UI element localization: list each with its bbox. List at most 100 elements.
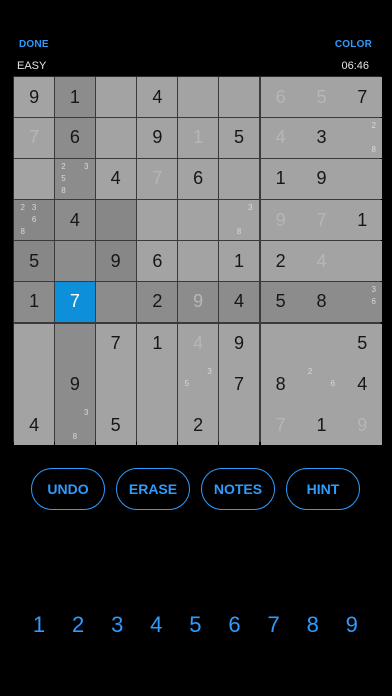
cell-r5c9[interactable] <box>342 241 383 282</box>
cell-r6c6[interactable]: 4 <box>218 281 260 323</box>
cell-r8c1[interactable] <box>14 364 55 405</box>
cell-r6c8[interactable]: 8 <box>301 281 342 323</box>
notes-button[interactable]: NOTES <box>201 468 275 510</box>
cell-r2c5[interactable]: 1 <box>178 117 219 158</box>
cell-r9c4[interactable] <box>137 405 178 446</box>
cell-r2c6[interactable]: 5 <box>218 117 260 158</box>
cell-value: 7 <box>233 373 244 394</box>
cell-r9c8[interactable]: 1 <box>301 405 342 446</box>
cell-r5c7[interactable]: 2 <box>260 241 301 282</box>
cell-r3c5[interactable]: 6 <box>178 158 219 199</box>
cell-r9c3[interactable]: 5 <box>95 405 136 446</box>
cell-r3c2[interactable]: 2 3 5 8 <box>54 158 95 199</box>
number-key-4[interactable]: 4 <box>141 610 171 640</box>
cell-r4c3[interactable] <box>95 200 136 241</box>
cell-r1c7[interactable]: 6 <box>260 77 301 118</box>
cell-r5c4[interactable]: 6 <box>137 241 178 282</box>
cell-r6c9[interactable]: 36 <box>342 281 383 323</box>
cell-r3c1[interactable] <box>14 158 55 199</box>
cell-r1c5[interactable] <box>178 77 219 118</box>
cell-r5c3[interactable]: 9 <box>95 241 136 282</box>
cell-r9c9[interactable]: 9 <box>342 405 383 446</box>
cell-r6c3[interactable] <box>95 281 136 323</box>
cell-r2c1[interactable]: 7 <box>14 117 55 158</box>
cell-r7c3[interactable]: 7 <box>95 323 136 364</box>
done-button[interactable]: DONE <box>19 39 49 50</box>
cell-r5c6[interactable]: 1 <box>218 241 260 282</box>
cell-r4c8[interactable]: 7 <box>301 200 342 241</box>
cell-r7c7[interactable] <box>260 323 301 364</box>
cell-r3c8[interactable]: 9 <box>301 158 342 199</box>
color-button[interactable]: COLOR <box>335 39 372 50</box>
cell-r2c4[interactable]: 9 <box>137 117 178 158</box>
cell-r2c9[interactable]: 28 <box>342 117 383 158</box>
number-key-6[interactable]: 6 <box>220 610 250 640</box>
cell-r8c7[interactable]: 8 <box>260 364 301 405</box>
cell-r3c6[interactable] <box>218 158 260 199</box>
cell-r1c2[interactable]: 1 <box>54 77 95 118</box>
hint-button[interactable]: HINT <box>286 468 360 510</box>
number-key-5[interactable]: 5 <box>180 610 210 640</box>
cell-r9c1[interactable]: 4 <box>14 405 55 446</box>
cell-r1c6[interactable] <box>218 77 260 118</box>
cell-r7c2[interactable] <box>54 323 95 364</box>
cell-r7c9[interactable]: 5 <box>342 323 383 364</box>
cell-r1c4[interactable]: 4 <box>137 77 178 118</box>
cell-r4c4[interactable] <box>137 200 178 241</box>
cell-r8c2[interactable]: 9 <box>54 364 95 405</box>
cell-value: 4 <box>152 86 163 107</box>
cell-r8c4[interactable] <box>137 364 178 405</box>
cell-r4c5[interactable] <box>178 200 219 241</box>
cell-r6c5[interactable]: 9 <box>178 281 219 323</box>
cell-r9c6[interactable] <box>218 405 260 446</box>
cell-r9c5[interactable]: 2 <box>178 405 219 446</box>
cell-r2c8[interactable]: 3 <box>301 117 342 158</box>
cell-r6c7[interactable]: 5 <box>260 281 301 323</box>
cell-r5c5[interactable] <box>178 241 219 282</box>
cell-r8c8[interactable]: 26 <box>301 364 342 405</box>
cell-r2c3[interactable] <box>95 117 136 158</box>
cell-r4c2[interactable]: 4 <box>54 200 95 241</box>
cell-r5c2[interactable] <box>54 241 95 282</box>
cell-value: 7 <box>69 291 80 312</box>
undo-button[interactable]: UNDO <box>31 468 105 510</box>
cell-r5c8[interactable]: 4 <box>301 241 342 282</box>
cell-r6c2[interactable]: 7 <box>54 281 95 323</box>
number-key-9[interactable]: 9 <box>337 610 367 640</box>
cell-r3c4[interactable]: 7 <box>137 158 178 199</box>
cell-r8c5[interactable]: 35 <box>178 364 219 405</box>
cell-r9c2[interactable]: 38 <box>54 405 95 446</box>
cell-r5c1[interactable]: 5 <box>14 241 55 282</box>
cell-r1c9[interactable]: 7 <box>342 77 383 118</box>
cell-r3c9[interactable] <box>342 158 383 199</box>
cell-r9c7[interactable]: 7 <box>260 405 301 446</box>
cell-r4c9[interactable]: 1 <box>342 200 383 241</box>
cell-r6c1[interactable]: 1 <box>14 281 55 323</box>
cell-r1c1[interactable]: 9 <box>14 77 55 118</box>
cell-r7c6[interactable]: 9 <box>218 323 260 364</box>
cell-r7c5[interactable]: 4 <box>178 323 219 364</box>
cell-r3c7[interactable]: 1 <box>260 158 301 199</box>
cell-r6c4[interactable]: 2 <box>137 281 178 323</box>
number-key-1[interactable]: 1 <box>24 610 54 640</box>
cell-r4c7[interactable]: 9 <box>260 200 301 241</box>
number-key-2[interactable]: 2 <box>63 610 93 640</box>
note-digit: 8 <box>61 185 66 195</box>
number-key-7[interactable]: 7 <box>259 610 289 640</box>
cell-r4c1[interactable]: 23 68 <box>14 200 55 241</box>
erase-button[interactable]: ERASE <box>116 468 190 510</box>
cell-r8c3[interactable] <box>95 364 136 405</box>
cell-r7c4[interactable]: 1 <box>137 323 178 364</box>
cell-r8c9[interactable]: 4 <box>342 364 383 405</box>
number-key-8[interactable]: 8 <box>298 610 328 640</box>
cell-r8c6[interactable]: 7 <box>218 364 260 405</box>
cell-r3c3[interactable]: 4 <box>95 158 136 199</box>
cell-r2c7[interactable]: 4 <box>260 117 301 158</box>
cell-r1c8[interactable]: 5 <box>301 77 342 118</box>
cell-r4c6[interactable]: 38 <box>218 200 260 241</box>
cell-r2c2[interactable]: 6 <box>54 117 95 158</box>
cell-r1c3[interactable] <box>95 77 136 118</box>
cell-r7c8[interactable] <box>301 323 342 364</box>
number-key-3[interactable]: 3 <box>102 610 132 640</box>
cell-r7c1[interactable] <box>14 323 55 364</box>
